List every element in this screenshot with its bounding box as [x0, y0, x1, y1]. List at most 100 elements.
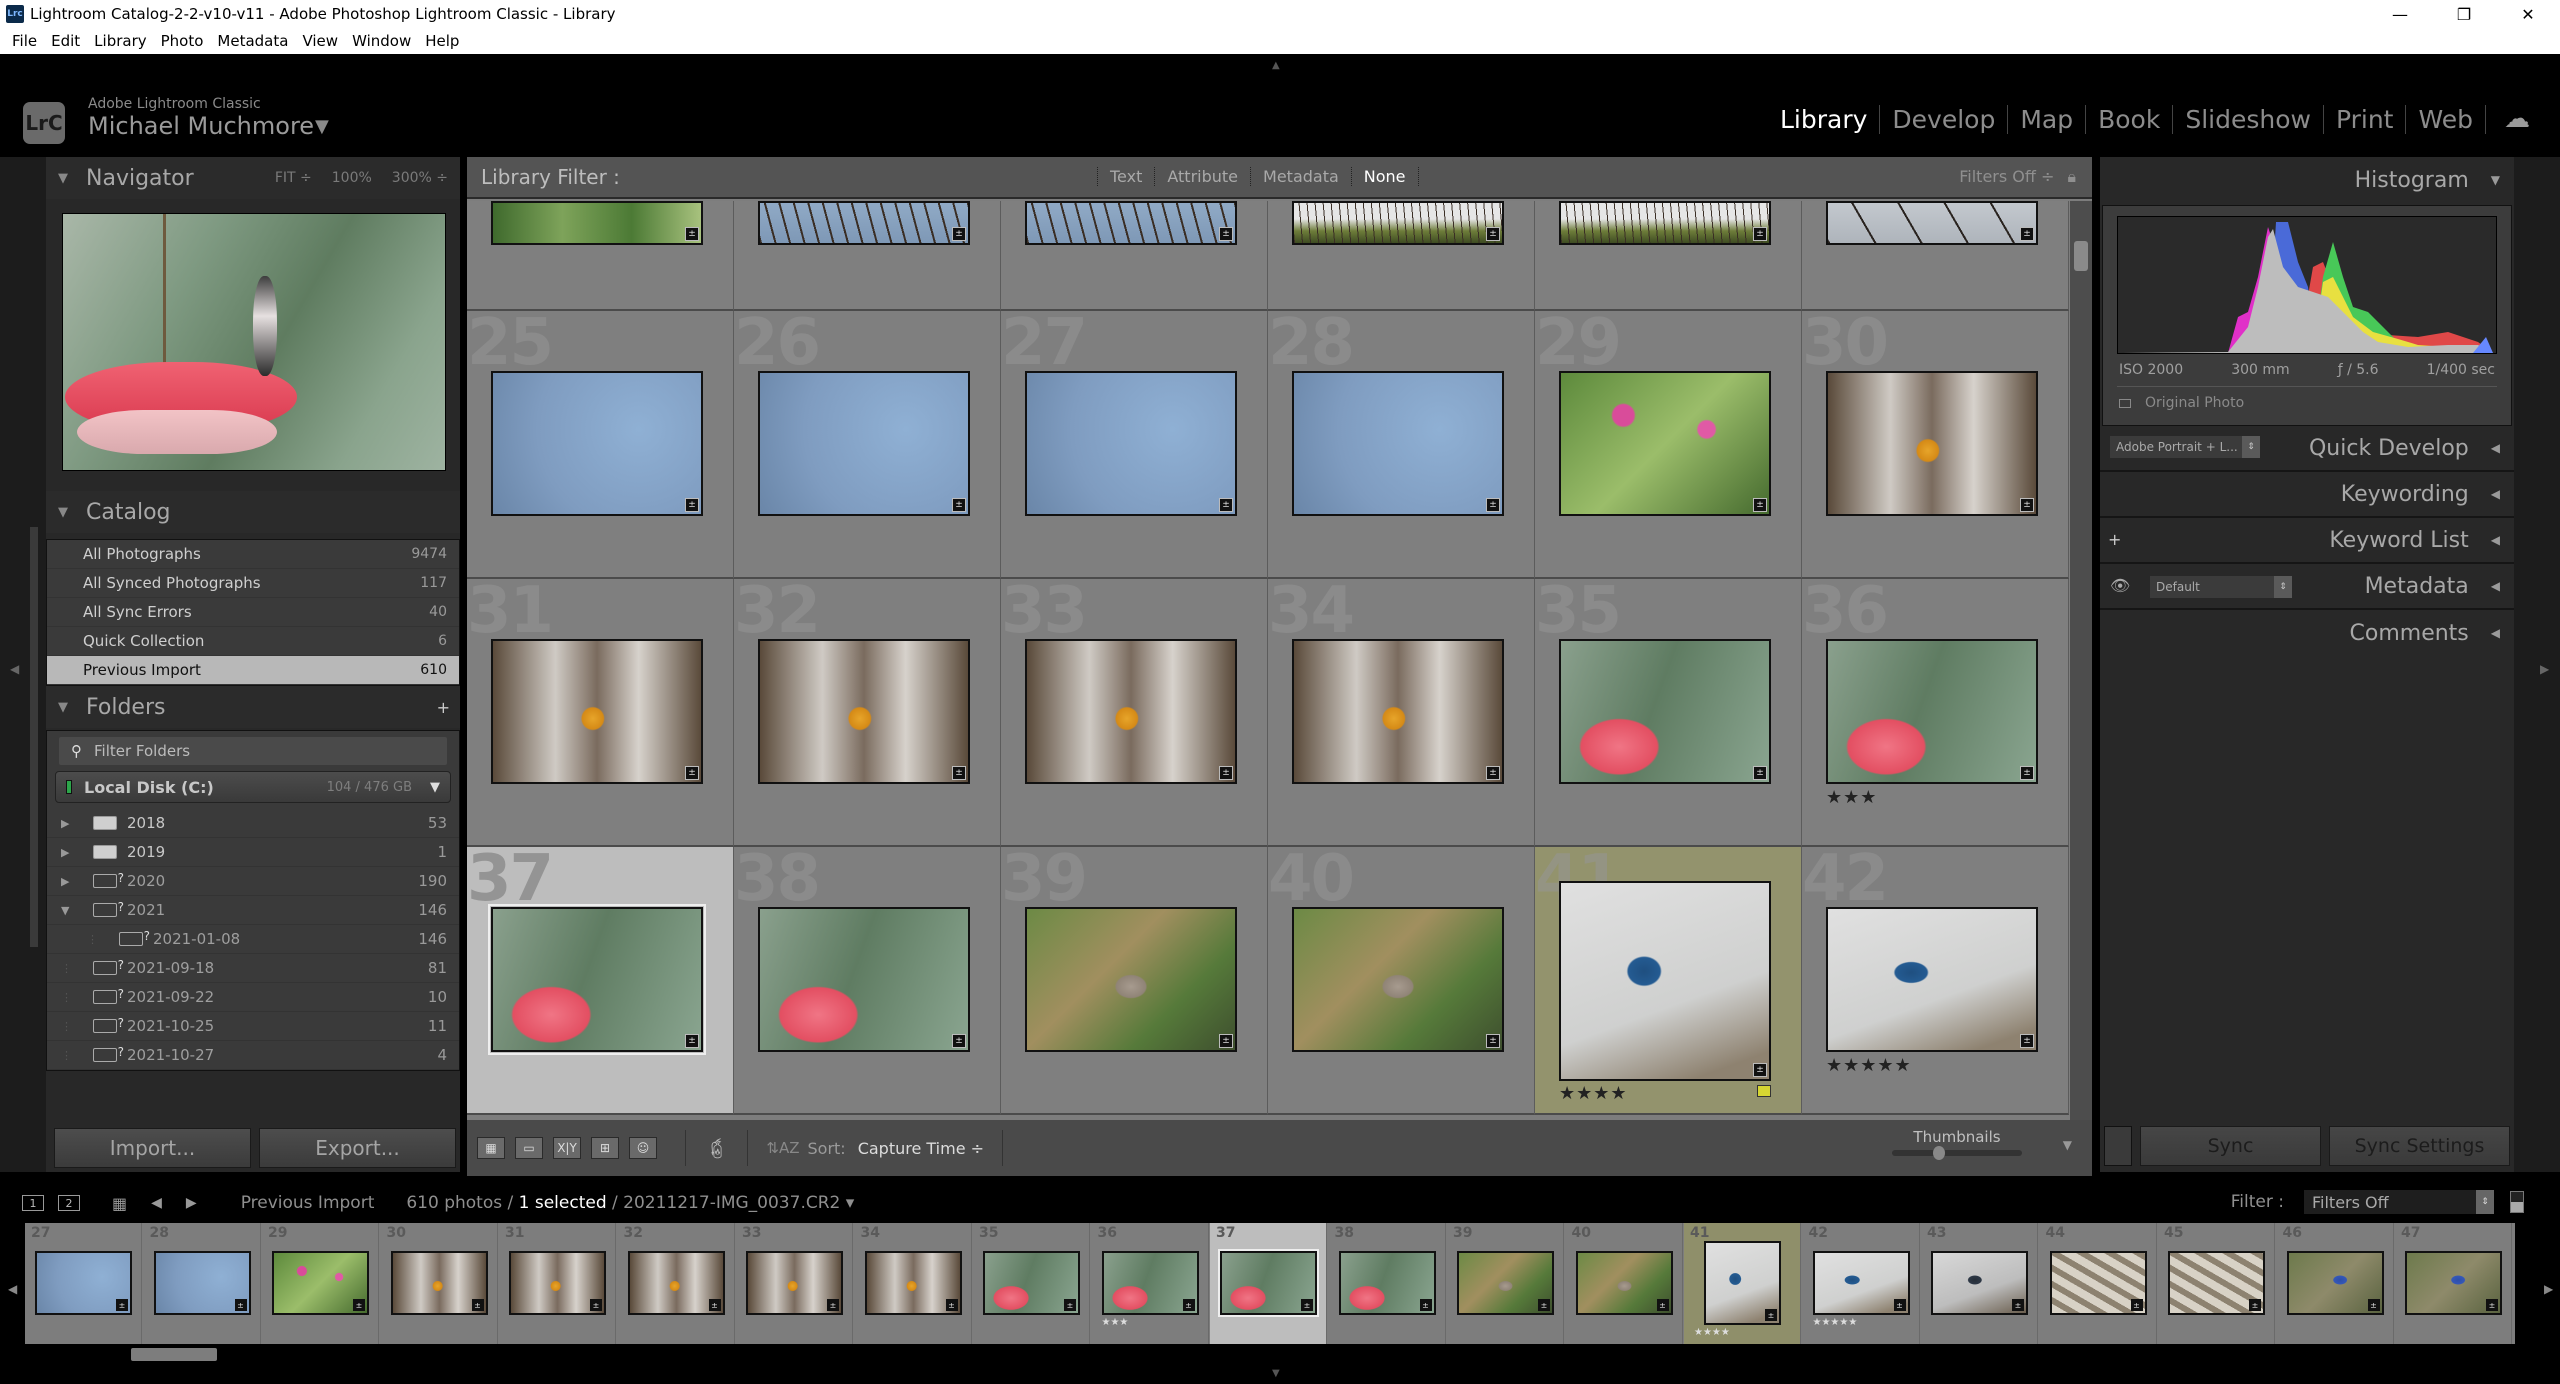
filmstrip-cell[interactable]: 32 ±: [618, 1223, 735, 1344]
grid-cell[interactable]: 42 ± ★★★★★: [1802, 847, 2069, 1115]
zoom-fit[interactable]: FIT ÷: [275, 170, 312, 186]
identity-user[interactable]: Michael Muchmore: [88, 112, 314, 140]
filmstrip-cell[interactable]: 31 ±: [499, 1223, 616, 1344]
grid-shortcut-icon[interactable]: ▦: [112, 1194, 127, 1213]
module-slideshow[interactable]: Slideshow: [2173, 104, 2324, 134]
sort-direction-icon[interactable]: ⇅AZ: [766, 1139, 799, 1157]
folder-disclosure-icon[interactable]: ⋮: [61, 991, 83, 1004]
thumbnail-image[interactable]: ±: [1292, 639, 1504, 784]
filmstrip-cell[interactable]: 29 ±: [262, 1223, 379, 1344]
filter-folders-input[interactable]: ⚲ Filter Folders: [59, 737, 447, 765]
minimize-button[interactable]: —: [2368, 0, 2432, 28]
checkbox-icon[interactable]: [2119, 398, 2131, 408]
expand-icon[interactable]: ◀: [2491, 441, 2500, 455]
menu-library[interactable]: Library: [92, 32, 148, 50]
filmstrip-cell[interactable]: 44 ±: [2040, 1223, 2157, 1344]
sort-select[interactable]: Capture Time ÷: [858, 1139, 984, 1158]
people-view-icon[interactable]: ☺: [629, 1137, 657, 1159]
grid-cell[interactable]: ±: [467, 201, 734, 311]
histogram-header[interactable]: Histogram ▼: [2100, 157, 2514, 203]
grid-cell[interactable]: ±: [1802, 201, 2069, 311]
volume-dropdown-icon[interactable]: ▼: [430, 780, 440, 795]
thumbnail-image[interactable]: ±: [758, 639, 970, 784]
cloud-sync-status-icon[interactable]: ☁: [2504, 104, 2530, 134]
filmstrip-cell[interactable]: 38 ±: [1329, 1223, 1446, 1344]
folder-disclosure-icon[interactable]: ▶: [61, 846, 83, 859]
add-folder-icon[interactable]: +: [437, 698, 460, 717]
thumbnail-slider-track[interactable]: [1892, 1146, 2022, 1160]
module-print[interactable]: Print: [2324, 104, 2407, 134]
grid-cell[interactable]: 41±★★★★: [1535, 847, 1802, 1115]
back-arrow-icon[interactable]: ◀: [151, 1195, 162, 1211]
star-rating[interactable]: ★★★★: [1559, 1083, 1628, 1104]
toolbar-options-dropdown-icon[interactable]: ▼: [2063, 1138, 2072, 1152]
expand-icon[interactable]: ◀: [2491, 626, 2500, 640]
navigator-preview[interactable]: [62, 213, 446, 471]
folder-item[interactable]: ▶ 2018 53: [47, 809, 459, 838]
grid-cell[interactable]: 25 ±: [467, 311, 734, 579]
star-rating[interactable]: ★★★: [1826, 787, 1877, 808]
grid-cell[interactable]: 40 ±: [1268, 847, 1535, 1115]
module-book[interactable]: Book: [2086, 104, 2174, 134]
lock-icon[interactable]: 🔒︎: [2067, 167, 2076, 186]
quick-develop-header[interactable]: Adobe Portrait + L... ⇕ Quick Develop ◀: [2100, 426, 2514, 472]
right-panel-edge[interactable]: ▶: [2514, 157, 2560, 1172]
disclosure-triangle-icon[interactable]: ▼: [58, 171, 68, 186]
histogram-collapse-icon[interactable]: ▼: [2491, 173, 2500, 187]
spinner-icon[interactable]: ⇕: [2476, 1190, 2494, 1214]
sync-button[interactable]: Sync: [2140, 1126, 2321, 1166]
thumbnail-image[interactable]: ±: [758, 371, 970, 516]
filmstrip-thumbnail[interactable]: ±: [1931, 1251, 2028, 1315]
thumbnail-image[interactable]: ±: [1826, 907, 2038, 1052]
metadata-header[interactable]: 👁︎ Default ⇕ Metadata ◀: [2100, 564, 2514, 610]
filmstrip-thumbnail[interactable]: ±: [2405, 1251, 2502, 1315]
grid-cell[interactable]: 35 ±: [1535, 579, 1802, 847]
module-library[interactable]: Library: [1768, 104, 1881, 134]
filmstrip-count[interactable]: 610 photos / 1 selected / 20211217-IMG_0…: [406, 1193, 854, 1213]
star-rating[interactable]: ★★★★★: [1826, 1055, 1912, 1076]
filmstrip-cell[interactable]: 27 ±: [25, 1223, 142, 1344]
grid-cell[interactable]: 39 ±: [1001, 847, 1268, 1115]
sync-settings-button[interactable]: Sync Settings: [2329, 1126, 2510, 1166]
keyword-list-header[interactable]: + Keyword List ◀: [2100, 518, 2514, 564]
filmstrip-thumbnail[interactable]: ±: [35, 1251, 132, 1315]
collapse-left-icon[interactable]: ◀: [10, 662, 19, 676]
folder-disclosure-icon[interactable]: ⋮: [61, 1020, 83, 1033]
folder-item[interactable]: ▼ 2021 146: [47, 896, 459, 925]
compare-view-icon[interactable]: X|Y: [553, 1137, 581, 1159]
histogram-graph[interactable]: [2117, 216, 2497, 354]
expand-icon[interactable]: ◀: [2491, 487, 2500, 501]
thumbnail-image[interactable]: ±: [1559, 371, 1771, 516]
filmstrip-thumbnail[interactable]: ±: [1218, 1249, 1319, 1317]
filmstrip-thumbnail[interactable]: ±: [153, 1251, 251, 1315]
folder-disclosure-icon[interactable]: ⋮: [87, 933, 109, 946]
volume-local-disk[interactable]: Local Disk (C:) 104 / 476 GB ▼: [55, 771, 451, 803]
grid-cell[interactable]: 30 ±: [1802, 311, 2069, 579]
spinner-icon[interactable]: ⇕: [2242, 436, 2260, 458]
thumbnail-image[interactable]: ±: [1292, 907, 1504, 1052]
grid-cell[interactable]: 34 ±: [1268, 579, 1535, 847]
collapse-right-icon[interactable]: ▶: [2540, 662, 2549, 676]
grid-cell[interactable]: 29 ±: [1535, 311, 1802, 579]
filmstrip-cell[interactable]: 40 ±: [1566, 1223, 1683, 1344]
thumbnail-image[interactable]: ±: [488, 904, 706, 1055]
filmstrip-thumbnail[interactable]: ±: [983, 1251, 1080, 1315]
thumbnail-image[interactable]: ±: [758, 201, 970, 245]
filmstrip-thumbnail[interactable]: ±: [627, 1251, 725, 1315]
thumbnail-image[interactable]: ±: [1292, 371, 1504, 516]
filter-select[interactable]: Filters Off ⇕: [2304, 1190, 2494, 1214]
filmstrip-cell[interactable]: 34 ±: [855, 1223, 972, 1344]
filmstrip-thumbnail[interactable]: ±: [509, 1251, 606, 1315]
thumbnail-image[interactable]: ±: [491, 371, 703, 516]
thumbnail-image[interactable]: ±: [1025, 371, 1237, 516]
filmstrip-cell[interactable]: 30 ±: [381, 1223, 498, 1344]
filmstrip-scroll-left-icon[interactable]: ◀: [8, 1282, 17, 1296]
menu-help[interactable]: Help: [423, 32, 461, 50]
filmstrip-thumbnail[interactable]: ±: [1575, 1251, 1673, 1315]
filmstrip-scroll-right-icon[interactable]: ▶: [2544, 1282, 2553, 1296]
filmstrip-cell[interactable]: 46 ±: [2277, 1223, 2394, 1344]
thumbnail-image[interactable]: ±: [1559, 201, 1771, 245]
survey-view-icon[interactable]: ⊞: [591, 1137, 619, 1159]
eye-icon[interactable]: 👁︎: [2110, 576, 2130, 595]
thumbnail-image[interactable]: ±: [1559, 881, 1771, 1081]
